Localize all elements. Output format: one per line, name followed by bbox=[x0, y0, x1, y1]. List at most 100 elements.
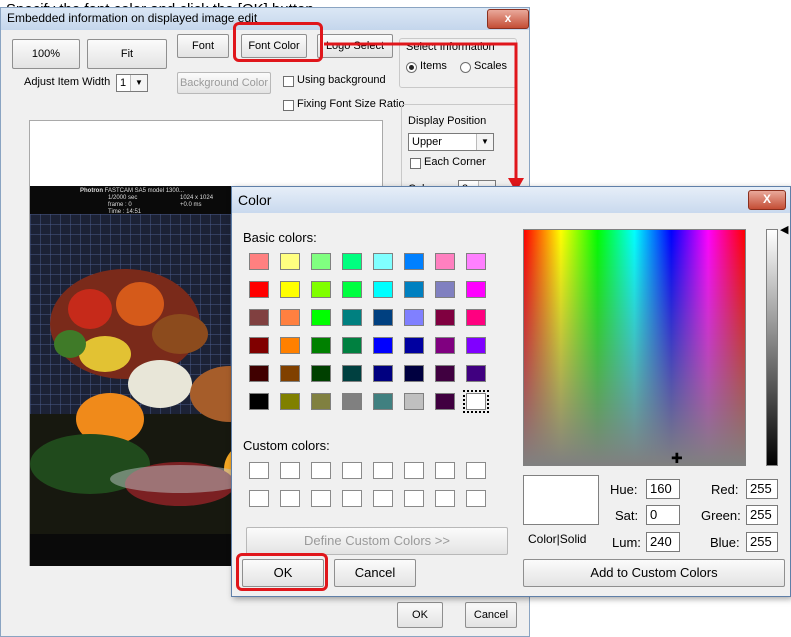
basic-color-swatch[interactable] bbox=[280, 309, 300, 326]
basic-color-swatch[interactable] bbox=[373, 337, 393, 354]
basic-color-swatch[interactable] bbox=[249, 281, 269, 298]
lum-input[interactable]: 240 bbox=[646, 532, 680, 552]
hue-input[interactable]: 160 bbox=[646, 479, 680, 499]
green-label: Green: bbox=[701, 508, 741, 523]
basic-color-swatch[interactable] bbox=[280, 281, 300, 298]
basic-color-swatch[interactable] bbox=[373, 393, 393, 410]
font-color-highlight bbox=[233, 22, 323, 62]
basic-color-swatch[interactable] bbox=[311, 281, 331, 298]
zoom-100-button[interactable]: 100% bbox=[12, 39, 80, 69]
basic-color-swatch[interactable] bbox=[311, 309, 331, 326]
color-cancel-button[interactable]: Cancel bbox=[334, 559, 416, 587]
basic-color-swatch[interactable] bbox=[311, 337, 331, 354]
custom-color-swatch[interactable] bbox=[404, 462, 424, 479]
main-cancel-button[interactable]: Cancel bbox=[465, 602, 517, 628]
overlay-resolution: 1024 x 1024 bbox=[180, 195, 214, 201]
basic-color-swatch[interactable] bbox=[404, 365, 424, 382]
custom-color-swatch[interactable] bbox=[249, 462, 269, 479]
red-input[interactable]: 255 bbox=[746, 479, 778, 499]
basic-color-swatch[interactable] bbox=[466, 365, 486, 382]
basic-color-swatch[interactable] bbox=[311, 253, 331, 270]
basic-color-swatch[interactable] bbox=[342, 393, 362, 410]
custom-color-swatch[interactable] bbox=[466, 490, 486, 507]
color-solid-preview bbox=[523, 475, 599, 525]
overlay-brand: Photron bbox=[80, 188, 103, 194]
fixing-font-size-ratio-checkbox[interactable] bbox=[283, 100, 294, 111]
image-overlay-text: Photron FASTCAM SA5 model 1300... 1/2000… bbox=[80, 188, 184, 216]
sat-input[interactable]: 0 bbox=[646, 505, 680, 525]
basic-color-swatch[interactable] bbox=[249, 365, 269, 382]
basic-color-swatch[interactable] bbox=[373, 309, 393, 326]
custom-color-swatch[interactable] bbox=[435, 490, 455, 507]
basic-color-swatch[interactable] bbox=[435, 281, 455, 298]
custom-color-swatch[interactable] bbox=[373, 490, 393, 507]
sat-label: Sat: bbox=[615, 508, 639, 523]
custom-color-swatch[interactable] bbox=[311, 490, 331, 507]
basic-color-swatch[interactable] bbox=[280, 253, 300, 270]
custom-color-swatch[interactable] bbox=[249, 490, 269, 507]
basic-color-swatch[interactable] bbox=[280, 337, 300, 354]
using-background-checkbox[interactable] bbox=[283, 76, 294, 87]
custom-color-swatch[interactable] bbox=[435, 462, 455, 479]
custom-color-swatch[interactable] bbox=[342, 490, 362, 507]
adjust-item-width-select[interactable]: 1 ▼ bbox=[116, 74, 148, 92]
basic-color-swatch[interactable] bbox=[342, 253, 362, 270]
custom-color-swatch[interactable] bbox=[466, 462, 486, 479]
crosshair-icon: ✚ bbox=[671, 450, 683, 466]
color-dialog-close-button[interactable]: X bbox=[748, 190, 786, 210]
color-spectrum[interactable]: ✚ bbox=[523, 229, 746, 466]
custom-color-swatch[interactable] bbox=[373, 462, 393, 479]
custom-color-swatch[interactable] bbox=[280, 462, 300, 479]
basic-color-swatch[interactable] bbox=[404, 253, 424, 270]
green-input[interactable]: 255 bbox=[746, 505, 778, 525]
custom-color-swatch[interactable] bbox=[404, 490, 424, 507]
basic-color-swatch[interactable] bbox=[435, 393, 455, 410]
overlay-frame: frame : 0 bbox=[108, 202, 132, 208]
luminance-bar[interactable] bbox=[766, 229, 778, 466]
fit-button[interactable]: Fit bbox=[87, 39, 167, 69]
basic-color-swatch[interactable] bbox=[435, 253, 455, 270]
basic-color-swatch[interactable] bbox=[404, 309, 424, 326]
font-button[interactable]: Font bbox=[177, 34, 229, 58]
hue-label: Hue: bbox=[610, 482, 638, 497]
background-color-button[interactable]: Background Color bbox=[177, 72, 271, 94]
main-ok-button[interactable]: OK bbox=[397, 602, 443, 628]
basic-color-swatch[interactable] bbox=[280, 393, 300, 410]
luminance-pointer-icon[interactable]: ◀ bbox=[780, 223, 788, 236]
blue-input[interactable]: 255 bbox=[746, 532, 778, 552]
basic-color-swatch[interactable] bbox=[373, 365, 393, 382]
color-dialog: Color X Basic colors: Custom colors: Def… bbox=[231, 186, 791, 597]
basic-color-swatch[interactable] bbox=[466, 281, 486, 298]
basic-color-swatch[interactable] bbox=[435, 365, 455, 382]
basic-color-swatch[interactable] bbox=[249, 393, 269, 410]
basic-color-swatch[interactable] bbox=[311, 393, 331, 410]
basic-color-swatch[interactable] bbox=[311, 365, 331, 382]
basic-color-swatch[interactable] bbox=[280, 365, 300, 382]
custom-color-swatch[interactable] bbox=[342, 462, 362, 479]
basic-color-swatch[interactable] bbox=[342, 337, 362, 354]
basic-color-swatch[interactable] bbox=[466, 337, 486, 354]
basic-color-swatch[interactable] bbox=[249, 309, 269, 326]
custom-color-swatch[interactable] bbox=[311, 462, 331, 479]
basic-color-swatch[interactable] bbox=[404, 281, 424, 298]
basic-color-swatch[interactable] bbox=[342, 365, 362, 382]
basic-color-swatch-selected[interactable] bbox=[463, 390, 489, 413]
basic-color-swatch[interactable] bbox=[373, 253, 393, 270]
basic-color-swatch[interactable] bbox=[466, 253, 486, 270]
basic-color-swatch[interactable] bbox=[342, 281, 362, 298]
add-to-custom-colors-button[interactable]: Add to Custom Colors bbox=[523, 559, 785, 587]
basic-color-swatch[interactable] bbox=[373, 281, 393, 298]
custom-color-swatch[interactable] bbox=[280, 490, 300, 507]
basic-color-swatch[interactable] bbox=[435, 309, 455, 326]
color-solid-label: Color|Solid bbox=[528, 532, 587, 546]
basic-color-swatch[interactable] bbox=[342, 309, 362, 326]
window-close-button[interactable]: x bbox=[487, 9, 529, 29]
basic-color-swatch[interactable] bbox=[435, 337, 455, 354]
basic-color-swatch[interactable] bbox=[404, 337, 424, 354]
define-custom-colors-button[interactable]: Define Custom Colors >> bbox=[246, 527, 508, 555]
basic-color-swatch[interactable] bbox=[404, 393, 424, 410]
blue-label: Blue: bbox=[710, 535, 740, 550]
basic-color-swatch[interactable] bbox=[249, 337, 269, 354]
basic-color-swatch[interactable] bbox=[249, 253, 269, 270]
basic-color-swatch[interactable] bbox=[466, 309, 486, 326]
